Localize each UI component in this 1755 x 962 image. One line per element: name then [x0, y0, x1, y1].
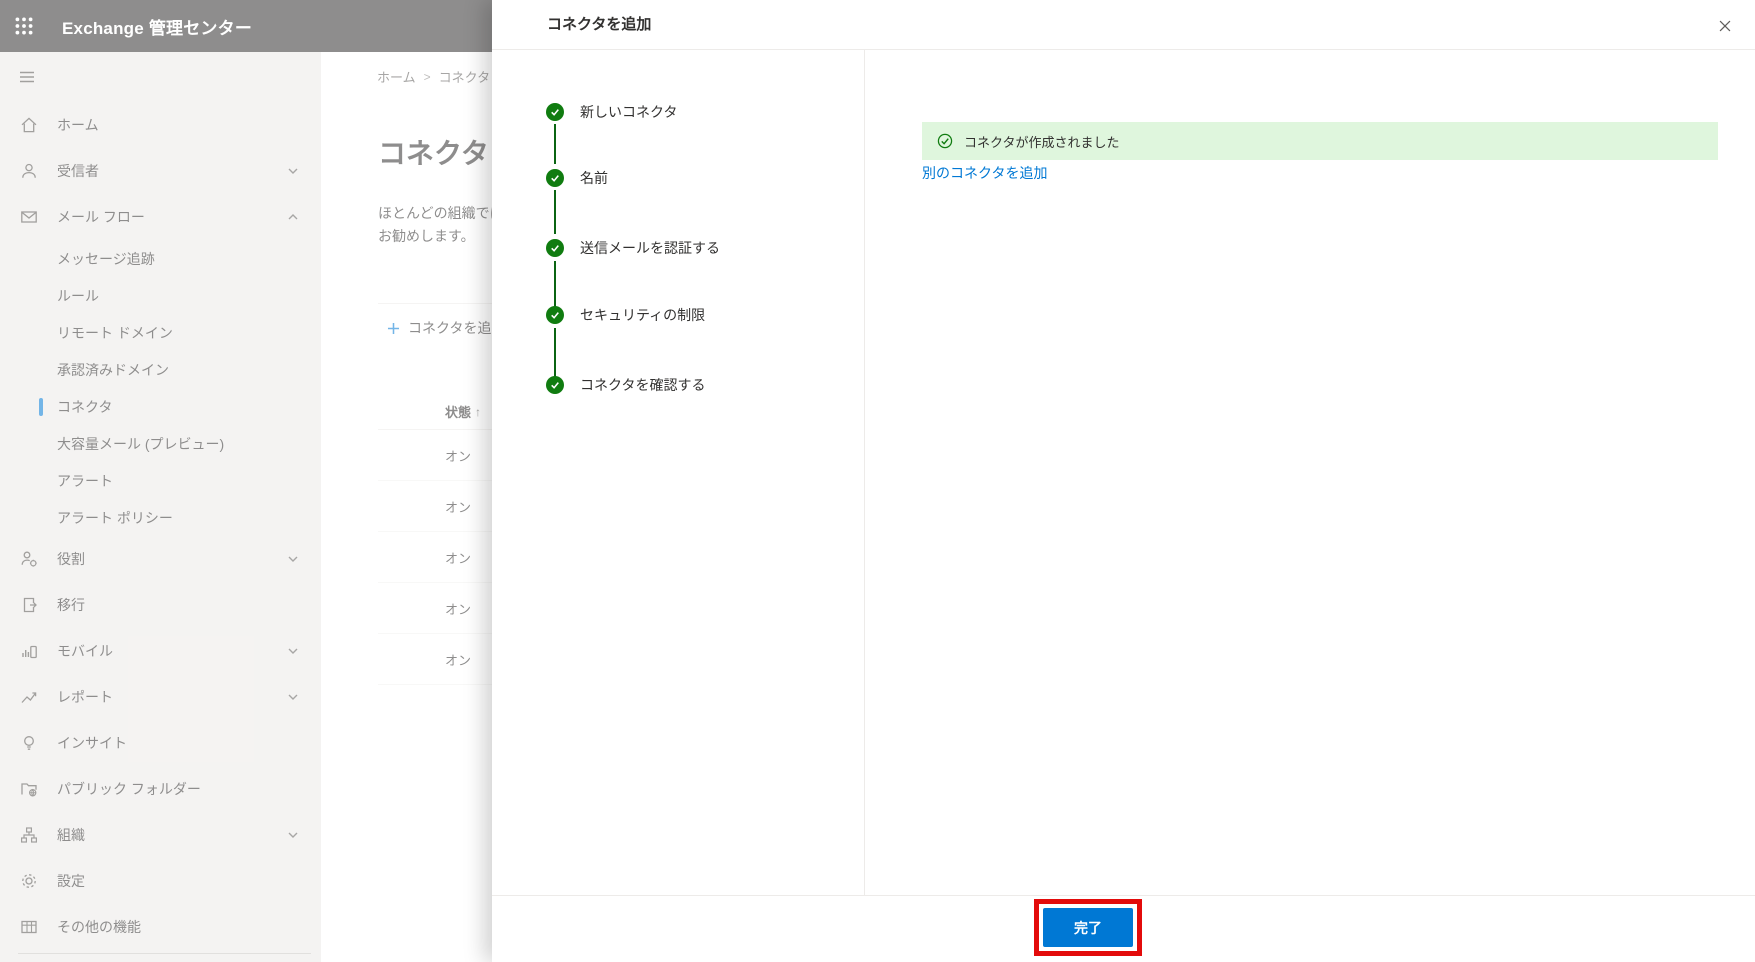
panel-content: コネクタが作成されました 別のコネクタを追加	[866, 50, 1755, 895]
wizard-step-security-restrictions[interactable]: セキュリティの制限	[492, 303, 864, 327]
wizard-step-review-connector[interactable]: コネクタを確認する	[492, 373, 864, 397]
success-check-icon	[936, 132, 954, 150]
wizard-step-authenticate-sent-email[interactable]: 送信メールを認証する	[492, 236, 864, 260]
done-button[interactable]: 完了	[1043, 908, 1133, 947]
close-panel-button[interactable]	[1712, 13, 1738, 39]
step-completed-icon	[546, 239, 564, 257]
success-banner-text: コネクタが作成されました	[964, 132, 1119, 151]
wizard-steps: 新しいコネクタ 名前 送信メールを認証する セキュリティの制限 コネクタを確認す…	[492, 50, 865, 895]
step-completed-icon	[546, 103, 564, 121]
wizard-step-name[interactable]: 名前	[492, 166, 864, 190]
step-connector-line	[554, 124, 556, 164]
step-completed-icon	[546, 306, 564, 324]
step-completed-icon	[546, 169, 564, 187]
exchange-admin-center: Exchange 管理センター ホーム 受信者	[0, 0, 1755, 962]
step-connector-line	[554, 190, 556, 234]
success-banner: コネクタが作成されました	[922, 122, 1718, 160]
panel-title: コネクタを追加	[547, 0, 651, 50]
step-completed-icon	[546, 376, 564, 394]
panel-header: コネクタを追加	[492, 0, 1755, 50]
close-icon	[1716, 17, 1734, 35]
add-another-connector-link[interactable]: 別のコネクタを追加	[922, 163, 1047, 183]
add-connector-panel: コネクタを追加 新しいコネクタ 名前 送信メールを認証する	[492, 0, 1755, 962]
wizard-step-new-connector[interactable]: 新しいコネクタ	[492, 100, 864, 124]
